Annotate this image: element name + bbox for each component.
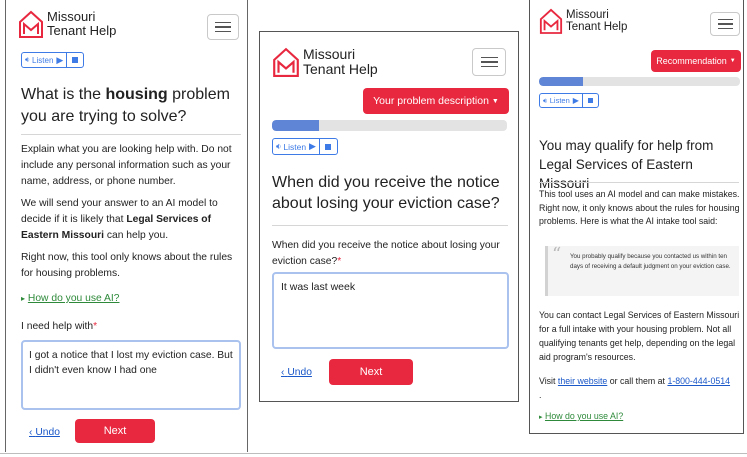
ai-response-quote: “ You probably qualify because you conta… xyxy=(545,246,739,296)
stop-button[interactable] xyxy=(320,139,337,154)
help-with-textarea[interactable]: I got a notice that I lost my eviction c… xyxy=(21,340,241,410)
play-icon[interactable]: ▶ xyxy=(573,96,579,105)
logo-line-1: Missouri xyxy=(47,9,96,25)
website-link[interactable]: their website xyxy=(558,376,607,386)
required-mark: * xyxy=(337,256,342,267)
page-title: You may qualify for help from Legal Serv… xyxy=(539,138,714,191)
screen-problem-description: Missouri Tenant Help 🔉︎ Listen ▶ What is… xyxy=(5,0,248,452)
listen-button[interactable]: 🔉︎ Listen ▶ xyxy=(540,94,583,107)
chevron-left-icon: ‹ xyxy=(281,367,285,378)
listen-control: 🔉︎ Listen ▶ xyxy=(21,52,85,68)
ai-notice-paragraph: We will send your answer to an AI model … xyxy=(21,196,243,244)
phone-link[interactable]: 1-800-444-0514 xyxy=(667,376,730,386)
caret-right-icon: ▸ xyxy=(21,294,26,303)
caret-right-icon: ▸ xyxy=(539,414,543,421)
hamburger-menu-icon[interactable] xyxy=(207,14,239,40)
undo-label: Undo xyxy=(287,367,312,378)
title-bold: housing xyxy=(105,86,168,103)
listen-label: Listen xyxy=(549,96,570,105)
next-button[interactable]: Next xyxy=(329,359,413,385)
field-label-text: When did you receive the notice about lo… xyxy=(272,240,500,267)
chevron-left-icon: ‹ xyxy=(29,427,33,438)
site-logo[interactable]: Missouri Tenant Help xyxy=(272,47,378,77)
ai-disclaimer-paragraph: This tool uses an AI model and can make … xyxy=(539,189,740,226)
stop-icon xyxy=(325,143,332,150)
listen-control: 🔉︎ Listen ▶ xyxy=(539,93,599,108)
stop-button[interactable] xyxy=(67,53,83,67)
caret-down-icon: ▼ xyxy=(491,97,499,105)
how-use-ai-disclosure[interactable]: ▸ How do you use AI? xyxy=(21,293,119,304)
logo-line-2: Tenant Help xyxy=(566,21,628,33)
notice-date-textarea[interactable]: It was last week xyxy=(272,272,509,349)
undo-button[interactable]: ‹ Undo xyxy=(281,367,312,378)
hamburger-menu-icon[interactable] xyxy=(710,12,740,36)
step-dropdown-label: Your problem description xyxy=(373,95,489,107)
visit-text-end: . xyxy=(539,390,542,400)
site-logo[interactable]: Missouri Tenant Help xyxy=(18,10,116,38)
step-dropdown[interactable]: Your problem description ▼ xyxy=(363,88,509,114)
page-bottom-divider xyxy=(0,453,747,454)
how-use-ai-link[interactable]: How do you use AI? xyxy=(545,411,623,421)
page-title: What is the housing problem you are tryi… xyxy=(21,84,243,128)
next-button[interactable]: Next xyxy=(75,419,155,443)
listen-label: Listen xyxy=(283,141,307,152)
logo-line-1: Missouri xyxy=(566,8,609,21)
visit-paragraph: Visit their website or call them at 1-80… xyxy=(539,374,743,402)
stop-icon xyxy=(72,57,79,63)
title-text: What is the xyxy=(21,86,106,103)
progress-fill xyxy=(539,77,584,86)
field-label-text: I need help with xyxy=(21,321,94,332)
undo-label: Undo xyxy=(35,427,60,438)
step-dropdown[interactable]: Recommendation ▼ xyxy=(651,50,741,72)
listen-control: 🔉︎ Listen ▶ xyxy=(272,138,338,155)
visit-text-mid: or call them at xyxy=(607,376,668,386)
page-title: When did you receive the notice about lo… xyxy=(272,174,500,212)
progress-bar xyxy=(272,120,507,131)
step-dropdown-label: Recommendation xyxy=(656,56,727,66)
caret-down-icon: ▼ xyxy=(729,58,736,64)
listen-label: Listen xyxy=(32,55,54,65)
field-label: I need help with* xyxy=(21,321,97,332)
progress-bar xyxy=(539,77,740,86)
play-icon[interactable]: ▶ xyxy=(309,141,316,152)
scope-paragraph: Right now, this tool only knows about th… xyxy=(21,252,233,279)
visit-text: Visit xyxy=(539,376,558,386)
undo-button[interactable]: ‹ Undo xyxy=(29,427,60,438)
field-label: When did you receive the notice about lo… xyxy=(272,238,510,270)
how-use-ai-disclosure[interactable]: ▸ How do you use AI? xyxy=(539,411,623,421)
house-m-logo-icon xyxy=(539,8,563,34)
instructions-paragraph: Explain what you are looking help with. … xyxy=(21,144,232,187)
play-icon[interactable]: ▶ xyxy=(56,55,63,66)
required-mark: * xyxy=(93,321,98,332)
hamburger-menu-icon[interactable] xyxy=(472,48,506,76)
divider xyxy=(272,225,508,226)
divider xyxy=(539,182,739,183)
listen-button[interactable]: 🔉︎ Listen ▶ xyxy=(22,53,68,67)
quote-text: You probably qualify because you contact… xyxy=(570,253,731,270)
speaker-icon: 🔉︎ xyxy=(543,95,548,105)
house-m-logo-icon xyxy=(18,10,44,38)
listen-button[interactable]: 🔉︎ Listen ▶ xyxy=(273,139,320,154)
house-m-logo-icon xyxy=(272,47,300,77)
contact-paragraph: You can contact Legal Services of Easter… xyxy=(539,310,740,362)
divider xyxy=(21,134,241,135)
how-use-ai-link[interactable]: How do you use AI? xyxy=(28,293,120,304)
logo-line-2: Tenant Help xyxy=(303,61,378,77)
speaker-icon: 🔉︎ xyxy=(276,141,282,151)
screen-notice-date: Missouri Tenant Help Your problem descri… xyxy=(259,31,519,402)
quote-icon: “ xyxy=(552,244,562,265)
speaker-icon: 🔉︎ xyxy=(25,55,31,64)
stop-icon xyxy=(587,98,593,103)
screen-recommendation: Missouri Tenant Help Recommendation ▼ 🔉︎… xyxy=(529,0,744,434)
site-logo[interactable]: Missouri Tenant Help xyxy=(539,8,627,34)
stop-button[interactable] xyxy=(583,94,598,107)
logo-line-1: Missouri xyxy=(303,46,356,63)
ai-notice-end: can help you. xyxy=(103,230,169,241)
logo-line-2: Tenant Help xyxy=(47,23,117,38)
progress-fill xyxy=(272,120,319,131)
